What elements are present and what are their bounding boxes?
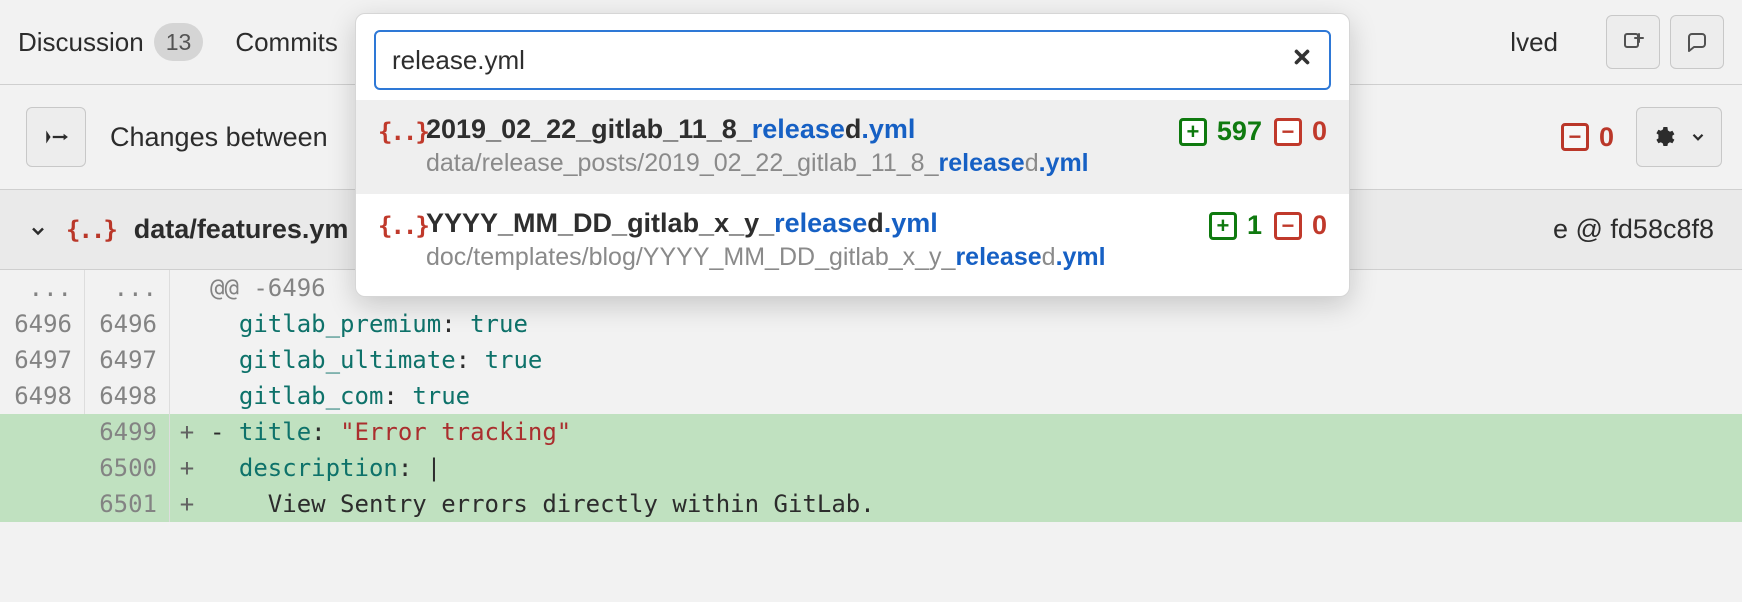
minus-icon: − [1274,118,1302,146]
line-number-new: 6501 [85,486,170,522]
tab-commits[interactable]: Commits [235,27,338,58]
search-result[interactable]: {..} 2019_02_22_gitlab_11_8_released.ymld… [356,100,1349,194]
result-path: doc/templates/blog/YYYY_MM_DD_gitlab_x_y… [426,243,1191,272]
speech-bubble-icon [1685,30,1709,54]
added-stat: +597 [1179,116,1262,147]
result-path: data/release_posts/2019_02_22_gitlab_11_… [426,149,1161,178]
result-filename: 2019_02_22_gitlab_11_8_released.yml [426,114,1161,145]
diff-code: description: | [204,450,1742,486]
line-number-new: 6500 [85,450,170,486]
code-braces-icon: {..} [66,216,116,244]
new-note-button[interactable] [1606,15,1660,69]
view-at-prefix: e @ [1553,214,1610,244]
diff-code: gitlab_ultimate: true [204,342,1742,378]
gutter-new: ... [85,270,170,306]
diff-code: - title: "Error tracking" [204,414,1742,450]
diff-sign: + [170,450,204,486]
diff-sign: + [170,486,204,522]
search-field-wrap[interactable] [374,30,1331,90]
tree-toggle-button[interactable] [26,107,86,167]
removed-stat: −0 [1274,210,1327,241]
line-number-old: 6498 [0,378,85,414]
line-number-old: 6496 [0,306,85,342]
tab-commits-label: Commits [235,27,338,58]
commit-sha: fd58c8f8 [1610,214,1714,244]
diff-code: gitlab_premium: true [204,306,1742,342]
search-result[interactable]: {..} YYYY_MM_DD_gitlab_x_y_released.ymldo… [356,194,1349,288]
chevron-down-icon [28,221,48,241]
diff-line: 6499+- title: "Error tracking" [0,414,1742,450]
plus-icon: + [1209,212,1237,240]
close-icon [1291,46,1313,68]
search-input[interactable] [392,45,1291,76]
result-stats: +1−0 [1209,208,1327,241]
total-removed-stat: − 0 [1561,122,1614,153]
added-value: 1 [1247,210,1262,241]
indent-right-icon [43,124,69,150]
diff-body: ... ... @@ -6496 64966496 gitlab_premium… [0,270,1742,522]
diff-code: gitlab_com: true [204,378,1742,414]
resolved-suffix: lved [1510,27,1558,58]
diff-line: 6500+ description: | [0,450,1742,486]
gear-icon [1651,125,1675,149]
clear-search-button[interactable] [1291,46,1313,75]
diff-line: 6501+ View Sentry errors directly within… [0,486,1742,522]
chevron-down-icon [1689,128,1707,146]
tab-discussion[interactable]: Discussion 13 [18,23,203,61]
code-braces-icon: {..} [378,208,408,241]
note-plus-icon [1621,30,1645,54]
gutter-old: ... [0,270,85,306]
file-search-popover: {..} 2019_02_22_gitlab_11_8_released.ymld… [355,13,1350,297]
removed-value: 0 [1312,210,1327,241]
collapse-file-button[interactable] [28,220,48,240]
line-number-old: 6497 [0,342,85,378]
line-number-new: 6498 [85,378,170,414]
minus-icon: − [1274,212,1302,240]
changes-between-label: Changes between [110,122,328,153]
diff-line: 64976497 gitlab_ultimate: true [0,342,1742,378]
plus-icon: + [1179,118,1207,146]
diff-line: 64966496 gitlab_premium: true [0,306,1742,342]
result-filename: YYYY_MM_DD_gitlab_x_y_released.yml [426,208,1191,239]
view-at-commit[interactable]: e @ fd58c8f8 [1553,214,1714,245]
result-stats: +597−0 [1179,114,1327,147]
comments-toggle-button[interactable] [1670,15,1724,69]
tab-discussion-label: Discussion [18,27,144,58]
diff-code: View Sentry errors directly within GitLa… [204,486,1742,522]
line-number-new: 6496 [85,306,170,342]
minus-icon: − [1561,123,1589,151]
diff-settings-button[interactable] [1636,107,1722,167]
removed-stat: −0 [1274,116,1327,147]
removed-value: 0 [1312,116,1327,147]
file-path: data/features.ym [134,214,349,245]
discussion-count-badge: 13 [154,23,204,61]
diff-sign: + [170,414,204,450]
added-stat: +1 [1209,210,1262,241]
line-number-new: 6497 [85,342,170,378]
added-value: 597 [1217,116,1262,147]
total-removed-value: 0 [1599,122,1614,153]
diff-line: 64986498 gitlab_com: true [0,378,1742,414]
code-braces-icon: {..} [378,114,408,147]
line-number-new: 6499 [85,414,170,450]
